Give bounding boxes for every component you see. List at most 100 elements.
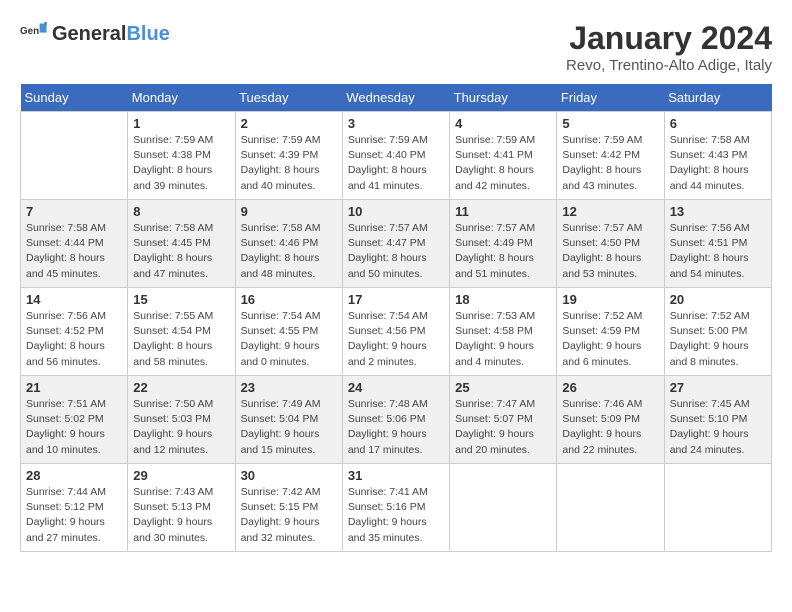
day-info: Sunrise: 7:41 AMSunset: 5:16 PMDaylight:…	[348, 485, 444, 546]
day-info: Sunrise: 7:53 AMSunset: 4:58 PMDaylight:…	[455, 309, 551, 370]
day-number: 8	[133, 204, 229, 219]
day-number: 18	[455, 292, 551, 307]
calendar-cell: 3Sunrise: 7:59 AMSunset: 4:40 PMDaylight…	[342, 112, 449, 200]
day-header-friday: Friday	[557, 84, 664, 112]
day-info: Sunrise: 7:57 AMSunset: 4:49 PMDaylight:…	[455, 221, 551, 282]
day-number: 10	[348, 204, 444, 219]
day-info: Sunrise: 7:55 AMSunset: 4:54 PMDaylight:…	[133, 309, 229, 370]
calendar-cell: 30 Sunrise: 7:42 AMSunset: 5:15 PMDayligh…	[235, 464, 342, 552]
calendar-cell: 13Sunrise: 7:56 AMSunset: 4:51 PMDayligh…	[664, 200, 771, 288]
day-info: Sunrise: 7:46 AMSunset: 5:09 PMDaylight:…	[562, 397, 658, 458]
calendar-cell: 11 Sunrise: 7:57 AMSunset: 4:49 PMDayligh…	[450, 200, 557, 288]
calendar-cell: 9 Sunrise: 7:58 AMSunset: 4:46 PMDaylight…	[235, 200, 342, 288]
calendar-cell: 20 Sunrise: 7:52 AMSunset: 5:00 PMDayligh…	[664, 288, 771, 376]
day-info: Sunrise: 7:52 AMSunset: 4:59 PMDaylight:…	[562, 309, 658, 370]
calendar-week-row: 7Sunrise: 7:58 AMSunset: 4:44 PMDaylight…	[21, 200, 772, 288]
day-number: 5	[562, 116, 658, 131]
day-number: 30	[241, 468, 337, 483]
day-number: 17	[348, 292, 444, 307]
calendar-cell: 8Sunrise: 7:58 AMSunset: 4:45 PMDaylight…	[128, 200, 235, 288]
day-info: Sunrise: 7:59 AMSunset: 4:42 PMDaylight:…	[562, 133, 658, 194]
calendar-cell: 24 Sunrise: 7:48 AMSunset: 5:06 PMDayligh…	[342, 376, 449, 464]
calendar-cell: 1Sunrise: 7:59 AMSunset: 4:38 PMDaylight…	[128, 112, 235, 200]
day-number: 22	[133, 380, 229, 395]
calendar-cell: 28 Sunrise: 7:44 AMSunset: 5:12 PMDayligh…	[21, 464, 128, 552]
calendar-cell: 29 Sunrise: 7:43 AMSunset: 5:13 PMDayligh…	[128, 464, 235, 552]
calendar-cell	[21, 112, 128, 200]
day-info: Sunrise: 7:52 AMSunset: 5:00 PMDaylight:…	[670, 309, 766, 370]
day-info: Sunrise: 7:57 AMSunset: 4:50 PMDaylight:…	[562, 221, 658, 282]
calendar-cell: 2 Sunrise: 7:59 AMSunset: 4:39 PMDaylight…	[235, 112, 342, 200]
day-number: 31	[348, 468, 444, 483]
day-number: 24	[348, 380, 444, 395]
day-info: Sunrise: 7:58 AMSunset: 4:46 PMDaylight:…	[241, 221, 337, 282]
day-info: Sunrise: 7:43 AMSunset: 5:13 PMDaylight:…	[133, 485, 229, 546]
day-number: 11	[455, 204, 551, 219]
day-info: Sunrise: 7:58 AMSunset: 4:43 PMDaylight:…	[670, 133, 766, 194]
day-info: Sunrise: 7:51 AMSunset: 5:02 PMDaylight:…	[26, 397, 122, 458]
day-number: 29	[133, 468, 229, 483]
logo-general: General	[52, 23, 126, 45]
day-number: 28	[26, 468, 122, 483]
calendar-header-row: SundayMondayTuesdayWednesdayThursdayFrid…	[21, 84, 772, 112]
day-info: Sunrise: 7:42 AMSunset: 5:15 PMDaylight:…	[241, 485, 337, 546]
day-number: 14	[26, 292, 122, 307]
day-info: Sunrise: 7:54 AMSunset: 4:55 PMDaylight:…	[241, 309, 337, 370]
day-info: Sunrise: 7:59 AMSunset: 4:41 PMDaylight:…	[455, 133, 551, 194]
header: Gen GeneralBlue January 2024 Revo, Trent…	[20, 20, 772, 74]
calendar-cell: 12Sunrise: 7:57 AMSunset: 4:50 PMDayligh…	[557, 200, 664, 288]
calendar-cell: 21 Sunrise: 7:51 AMSunset: 5:02 PMDayligh…	[21, 376, 128, 464]
day-number: 3	[348, 116, 444, 131]
day-number: 21	[26, 380, 122, 395]
title-area: January 2024 Revo, Trentino-Alto Adige, …	[566, 20, 772, 74]
calendar-cell: 19 Sunrise: 7:52 AMSunset: 4:59 PMDayligh…	[557, 288, 664, 376]
day-number: 16	[241, 292, 337, 307]
logo-blue: Blue	[126, 23, 169, 45]
calendar-cell: 23Sunrise: 7:49 AMSunset: 5:04 PMDayligh…	[235, 376, 342, 464]
calendar-cell: 15Sunrise: 7:55 AMSunset: 4:54 PMDayligh…	[128, 288, 235, 376]
day-number: 25	[455, 380, 551, 395]
day-info: Sunrise: 7:59 AMSunset: 4:39 PMDaylight:…	[241, 133, 337, 194]
day-info: Sunrise: 7:45 AMSunset: 5:10 PMDaylight:…	[670, 397, 766, 458]
logo-icon: Gen	[20, 20, 48, 48]
calendar-week-row: 14Sunrise: 7:56 AMSunset: 4:52 PMDayligh…	[21, 288, 772, 376]
day-number: 6	[670, 116, 766, 131]
day-number: 2	[241, 116, 337, 131]
calendar-week-row: 28 Sunrise: 7:44 AMSunset: 5:12 PMDayligh…	[21, 464, 772, 552]
logo: Gen GeneralBlue	[20, 20, 170, 48]
day-header-saturday: Saturday	[664, 84, 771, 112]
day-header-tuesday: Tuesday	[235, 84, 342, 112]
day-info: Sunrise: 7:57 AMSunset: 4:47 PMDaylight:…	[348, 221, 444, 282]
calendar-cell: 26 Sunrise: 7:46 AMSunset: 5:09 PMDayligh…	[557, 376, 664, 464]
day-info: Sunrise: 7:50 AMSunset: 5:03 PMDaylight:…	[133, 397, 229, 458]
calendar-cell	[557, 464, 664, 552]
calendar-cell: 17 Sunrise: 7:54 AMSunset: 4:56 PMDayligh…	[342, 288, 449, 376]
day-number: 26	[562, 380, 658, 395]
day-info: Sunrise: 7:44 AMSunset: 5:12 PMDaylight:…	[26, 485, 122, 546]
calendar-week-row: 1Sunrise: 7:59 AMSunset: 4:38 PMDaylight…	[21, 112, 772, 200]
day-number: 19	[562, 292, 658, 307]
calendar-cell: 16 Sunrise: 7:54 AMSunset: 4:55 PMDayligh…	[235, 288, 342, 376]
day-header-wednesday: Wednesday	[342, 84, 449, 112]
calendar-week-row: 21 Sunrise: 7:51 AMSunset: 5:02 PMDayligh…	[21, 376, 772, 464]
calendar-cell: 27 Sunrise: 7:45 AMSunset: 5:10 PMDayligh…	[664, 376, 771, 464]
day-number: 4	[455, 116, 551, 131]
calendar-cell: 10 Sunrise: 7:57 AMSunset: 4:47 PMDayligh…	[342, 200, 449, 288]
calendar-cell: 4 Sunrise: 7:59 AMSunset: 4:41 PMDaylight…	[450, 112, 557, 200]
day-info: Sunrise: 7:54 AMSunset: 4:56 PMDaylight:…	[348, 309, 444, 370]
day-info: Sunrise: 7:56 AMSunset: 4:51 PMDaylight:…	[670, 221, 766, 282]
day-info: Sunrise: 7:59 AMSunset: 4:38 PMDaylight:…	[133, 133, 229, 194]
calendar-cell: 25 Sunrise: 7:47 AMSunset: 5:07 PMDayligh…	[450, 376, 557, 464]
day-number: 7	[26, 204, 122, 219]
calendar-title: January 2024	[566, 20, 772, 57]
day-header-sunday: Sunday	[21, 84, 128, 112]
day-number: 9	[241, 204, 337, 219]
day-number: 23	[241, 380, 337, 395]
calendar-cell: 31 Sunrise: 7:41 AMSunset: 5:16 PMDayligh…	[342, 464, 449, 552]
day-info: Sunrise: 7:47 AMSunset: 5:07 PMDaylight:…	[455, 397, 551, 458]
calendar-cell: 5 Sunrise: 7:59 AMSunset: 4:42 PMDaylight…	[557, 112, 664, 200]
svg-text:Gen: Gen	[20, 26, 39, 37]
day-number: 27	[670, 380, 766, 395]
day-number: 20	[670, 292, 766, 307]
day-info: Sunrise: 7:48 AMSunset: 5:06 PMDaylight:…	[348, 397, 444, 458]
